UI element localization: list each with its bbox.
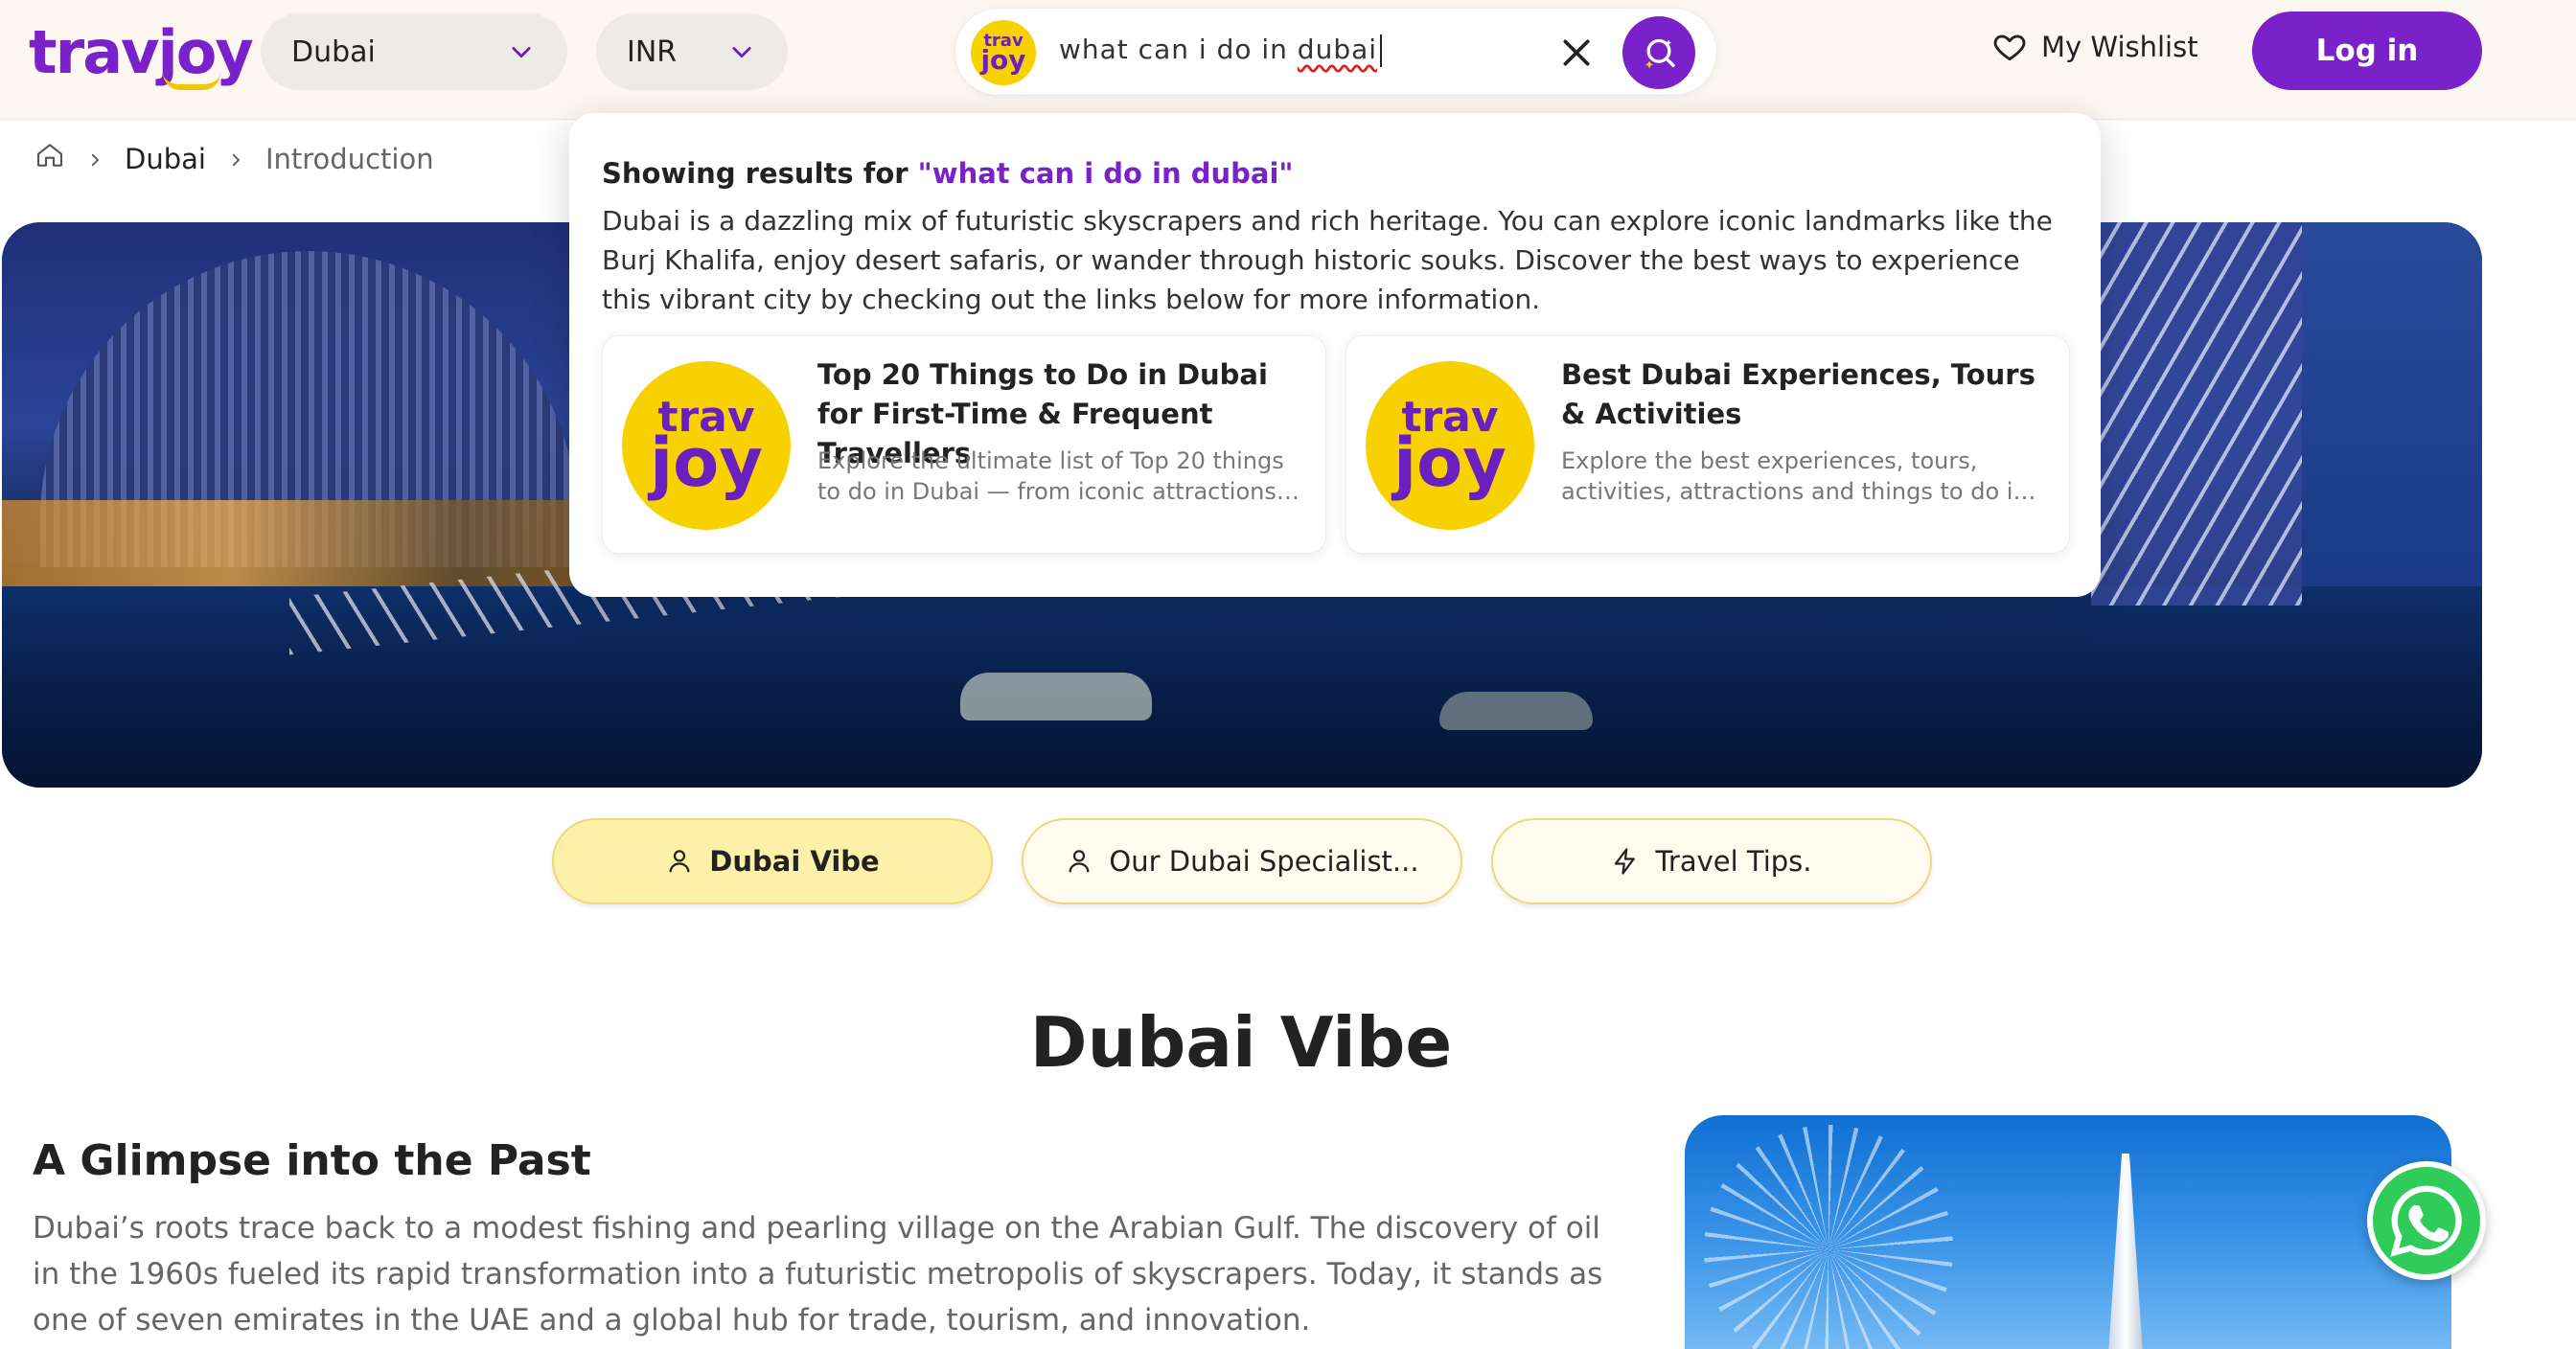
whatsapp-chat-button[interactable] <box>2367 1161 2486 1280</box>
person-icon <box>669 850 690 873</box>
currency-select-value: INR <box>627 34 678 69</box>
currency-select[interactable]: INR <box>596 13 788 90</box>
dubai-photo <box>1685 1115 2451 1349</box>
tab-label: Travel Tips. <box>1655 845 1812 878</box>
page: travjoy Dubai INR trav joy what can i do… <box>0 0 2576 1349</box>
results-summary: Dubai is a dazzling mix of futuristic sk… <box>602 205 2053 315</box>
person-icon <box>1069 850 1090 873</box>
tab-label: Dubai Vibe <box>709 845 880 878</box>
travjoy-logo[interactable]: travjoy <box>29 17 254 90</box>
chevron-down-icon <box>728 38 755 73</box>
result-card[interactable]: trav joy Top 20 Things to Do in Dubai fo… <box>602 335 1326 554</box>
lightning-icon <box>1615 848 1636 875</box>
sparkle-search-icon <box>1645 38 1675 69</box>
home-icon[interactable] <box>34 140 65 177</box>
search-query-text: what can i do in <box>1059 34 1298 65</box>
breadcrumb-introduction: Introduction <box>264 142 434 175</box>
logo-smile <box>163 73 220 90</box>
hero-tower <box>2091 222 2302 606</box>
dandelion-sculpture <box>1704 1125 1953 1349</box>
wishlist-label: My Wishlist <box>2041 31 2198 63</box>
travjoy-badge-icon: trav joy <box>971 20 1036 85</box>
tab-dubai-specialist[interactable]: Our Dubai Specialist... <box>1022 818 1462 904</box>
tab-travel-tips[interactable]: Travel Tips. <box>1491 818 1932 904</box>
results-query: "what can i do in dubai" <box>917 157 1294 190</box>
ai-search-button[interactable] <box>1622 16 1695 89</box>
result-card[interactable]: trav joy Best Dubai Experiences, Tours &… <box>1346 335 2070 554</box>
travjoy-thumbnail: trav joy <box>622 361 791 530</box>
top-header: travjoy Dubai INR trav joy what can i do… <box>0 0 2576 120</box>
breadcrumb-dubai[interactable]: Dubai <box>125 143 206 175</box>
hero-boat <box>960 673 1152 720</box>
result-description: Explore the ultimate list of Top 20 thin… <box>817 447 1284 505</box>
chevron-down-icon <box>508 38 535 73</box>
chevron-right-icon <box>86 143 104 175</box>
burj-khalifa-spire <box>2106 1154 2145 1349</box>
city-select[interactable]: Dubai <box>261 13 567 90</box>
tab-dubai-vibe[interactable]: Dubai Vibe <box>552 818 993 904</box>
breadcrumb: Dubai Introduction <box>34 140 434 177</box>
hero-boat <box>1439 692 1593 730</box>
search-query-misspelled: dubai <box>1297 34 1378 65</box>
whatsapp-icon <box>2390 1185 2462 1257</box>
section-subtitle: A Glimpse into the Past <box>33 1136 591 1185</box>
login-button[interactable]: Log in <box>2252 11 2482 90</box>
text-caret <box>1380 34 1383 67</box>
section-paragraph: Dubai’s roots trace back to a modest fis… <box>33 1211 1603 1338</box>
search-results-dropdown: Showing results for "what can i do in du… <box>569 113 2101 597</box>
clear-search-icon[interactable] <box>1557 34 1596 72</box>
results-heading: Showing results for "what can i do in du… <box>602 157 1294 190</box>
search-bar[interactable]: trav joy what can i do in dubai <box>954 8 1717 96</box>
hero-right-sky <box>2302 222 2482 586</box>
section-title: Dubai Vibe <box>1029 1002 1453 1083</box>
travjoy-thumbnail: trav joy <box>1366 361 1534 530</box>
search-input[interactable]: what can i do in dubai <box>1059 34 1383 67</box>
result-description: Explore the best experiences, tours, act… <box>1561 447 2028 505</box>
result-title[interactable]: Best Dubai Experiences, Tours & Activiti… <box>1561 355 2050 434</box>
chevron-right-icon <box>227 143 244 175</box>
city-select-value: Dubai <box>291 34 376 69</box>
tab-label: Our Dubai Specialist... <box>1109 845 1419 878</box>
wishlist-link[interactable]: My Wishlist <box>1991 29 2198 65</box>
heart-icon <box>1993 34 2026 61</box>
